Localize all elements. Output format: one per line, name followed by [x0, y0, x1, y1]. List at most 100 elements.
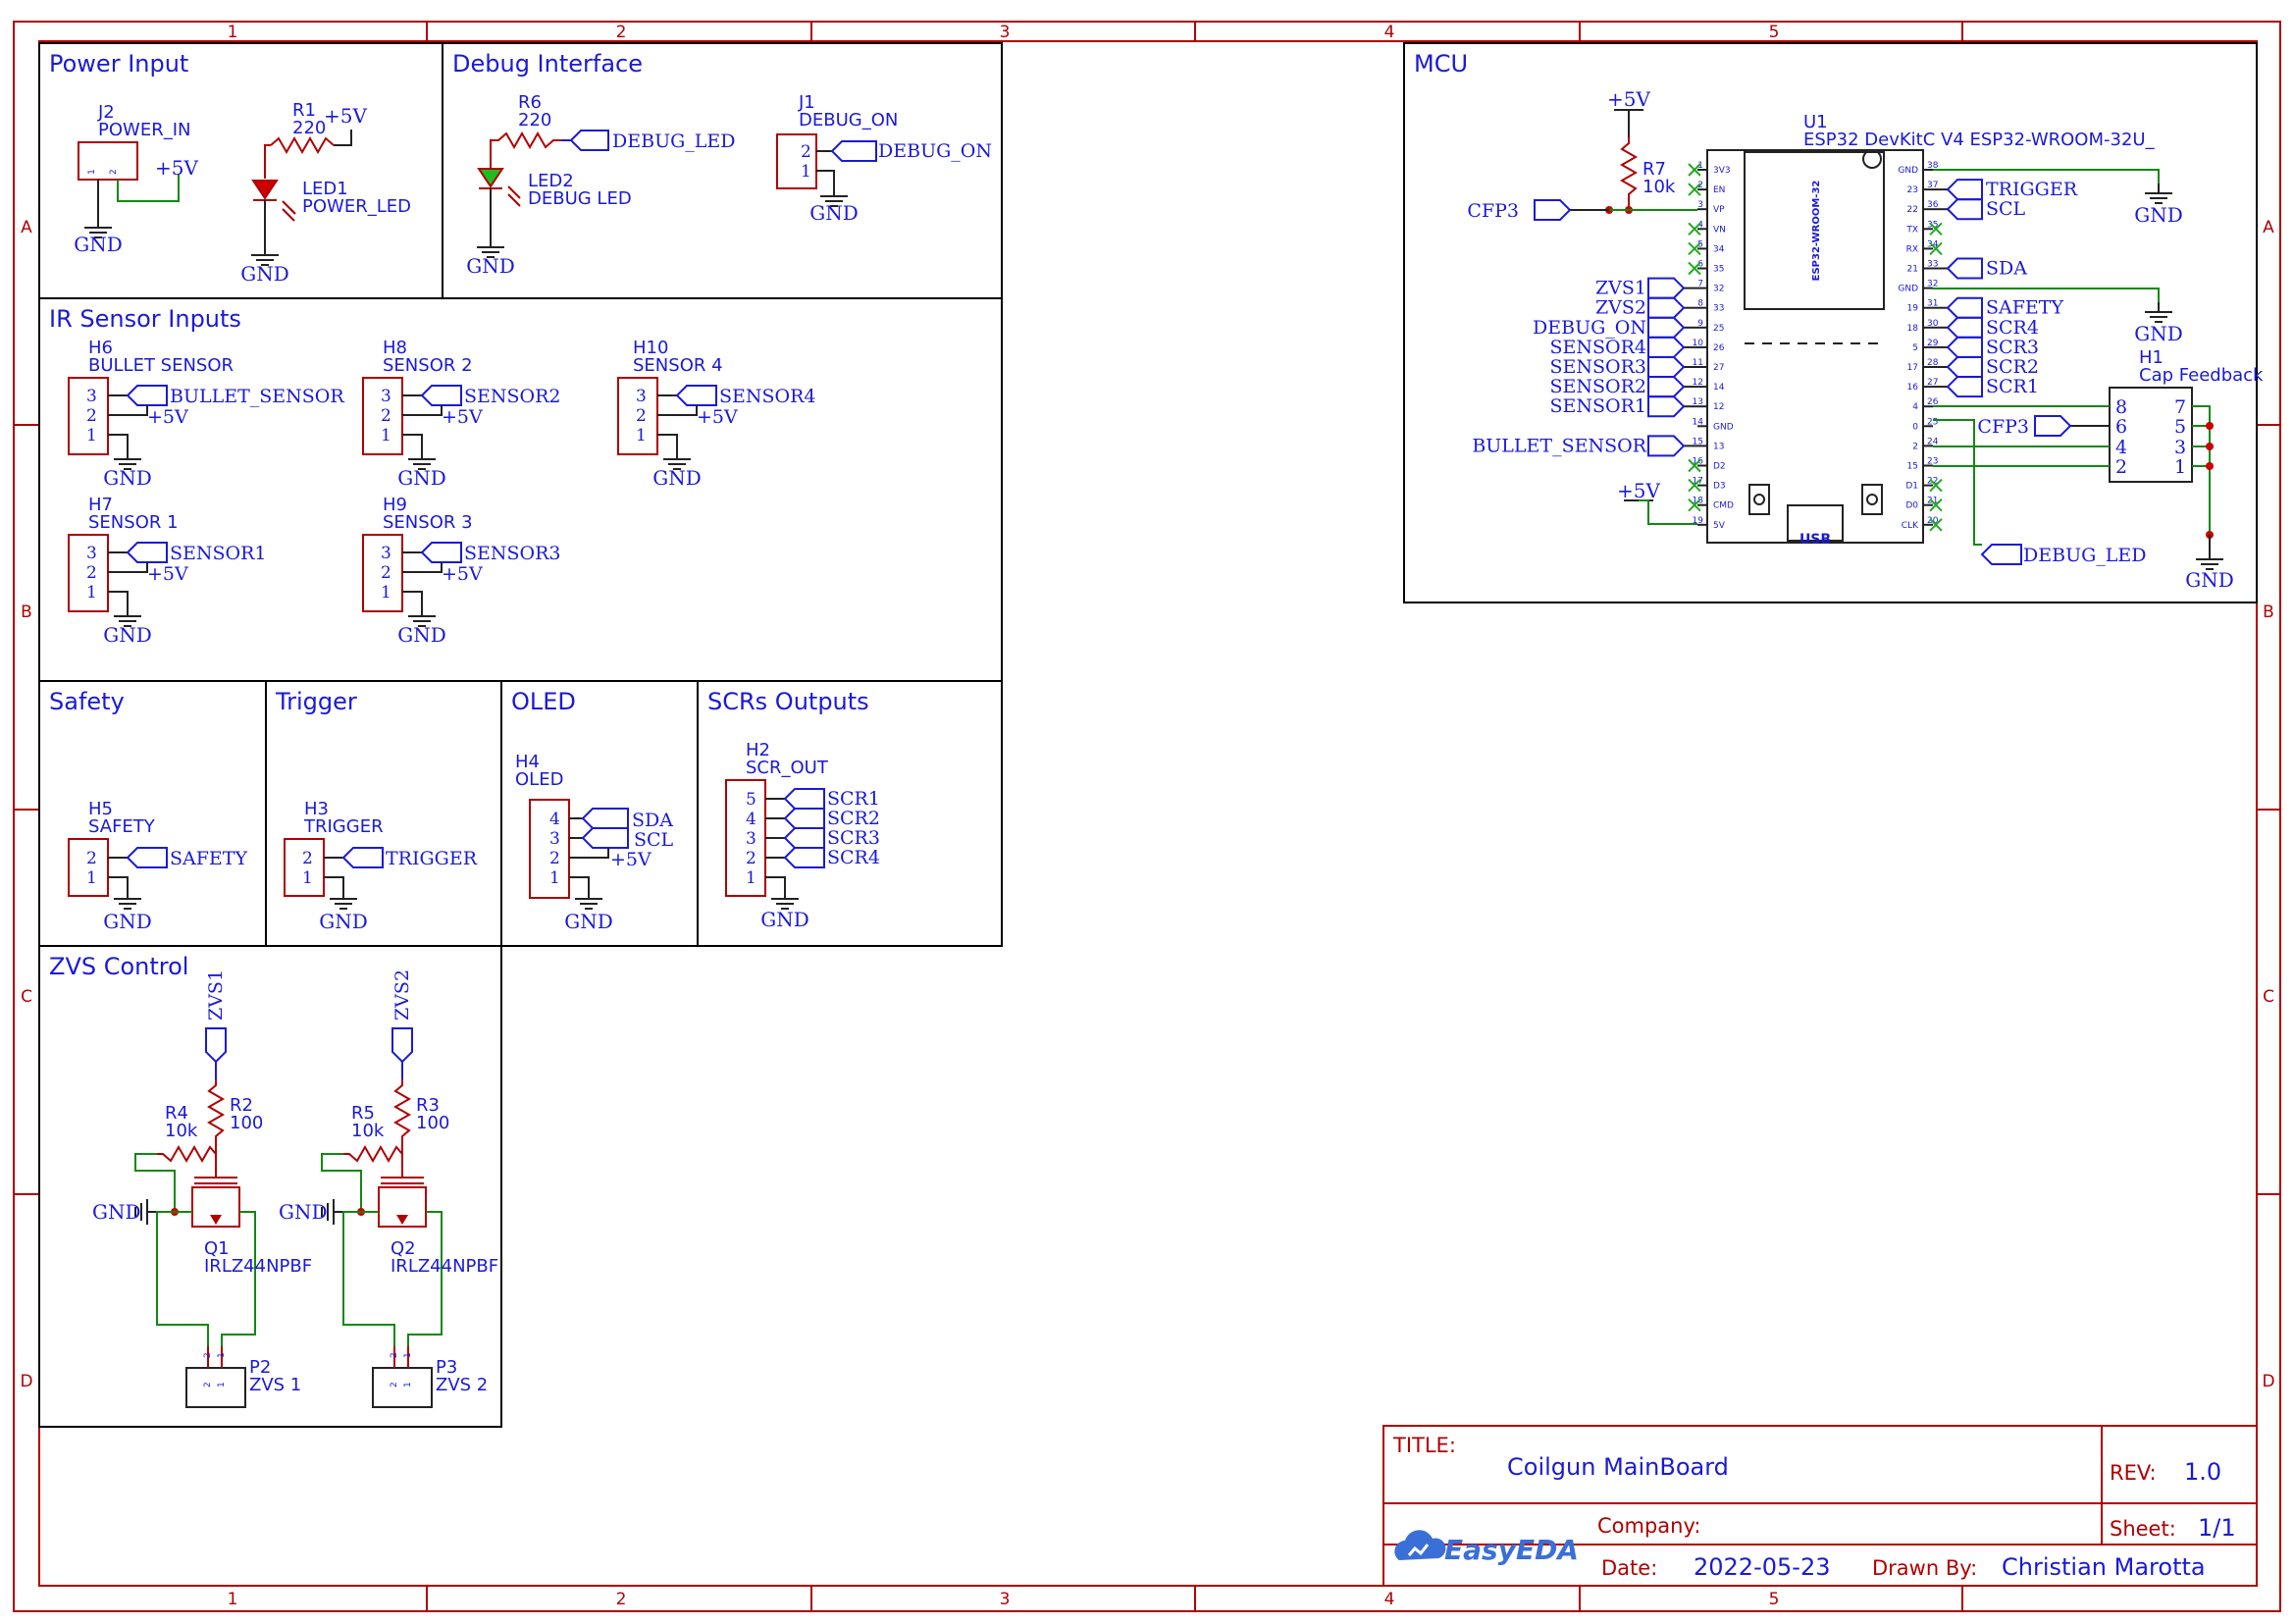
frame-row-a-right: A — [2263, 218, 2274, 237]
h1-name: Cap Feedback — [2139, 365, 2264, 386]
r7-resistor — [1619, 137, 1639, 210]
h6-gnd-label: GND — [103, 466, 152, 490]
j1-pin-1: 1 — [801, 162, 811, 182]
p3-name: ZVS 2 — [436, 1375, 488, 1395]
net-flag — [1946, 179, 1983, 201]
esp32-right-pin-name: RX — [1906, 244, 1918, 254]
h1-left-pin: 6 — [2115, 416, 2127, 438]
led1-name: POWER_LED — [302, 196, 411, 217]
frame-col-3-bottom: 3 — [1000, 1590, 1011, 1609]
h8-net-label: SENSOR2 — [464, 386, 561, 407]
p2-name: ZVS 1 — [249, 1375, 301, 1395]
j1-name: DEBUG_ON — [799, 110, 898, 131]
sensor-header-h9: H9 SENSOR 3 3 2 1 SENSOR3 +5V GND — [362, 495, 561, 647]
frame-col-1-top: 1 — [228, 23, 238, 42]
j2-vcc-label: +5V — [155, 156, 198, 180]
h8-pin-1: 1 — [381, 426, 391, 445]
j1-pin-2: 2 — [801, 142, 811, 162]
esp32-left-pin-name: 33 — [1713, 304, 1724, 314]
cloud-icon — [1394, 1530, 1446, 1560]
r6-val: 220 — [518, 110, 551, 131]
sensor-header-h8: H8 SENSOR 2 3 2 1 SENSOR2 +5V GND — [362, 338, 561, 490]
h9-vcc-label: +5V — [442, 563, 483, 585]
esp32-left-pin-name: 25 — [1713, 324, 1724, 334]
h2-pin-1: 1 — [746, 868, 756, 888]
r6-net-label: DEBUG_LED — [612, 131, 735, 152]
p2-pin-2-top: 2 — [203, 1352, 213, 1358]
debug-led-mcu-label: DEBUG_LED — [2023, 545, 2146, 566]
h9-gnd-label: GND — [397, 623, 446, 647]
h9-net-label: SENSOR3 — [464, 543, 561, 564]
esp32-left-pin-name: D2 — [1713, 462, 1726, 472]
esp32-left-pin-name: 26 — [1713, 343, 1725, 353]
frame-row-d-left: D — [20, 1372, 32, 1391]
net-flag — [1946, 296, 1983, 319]
frame-col-4-bottom: 4 — [1384, 1590, 1395, 1609]
frame-col-2-top: 2 — [616, 23, 627, 42]
easyeda-logo-text: EasyEDA — [1444, 1534, 1579, 1566]
r1-val: 220 — [292, 118, 326, 138]
h10-net-label: SENSOR4 — [719, 386, 816, 407]
zvs-channel-1: ZVS1 R2 100 R4 10k GND Q1 IRLZ44NPBF 2 1… — [92, 969, 312, 1408]
esp32-right-pin-name: GND — [1898, 166, 1918, 176]
net-flag — [1647, 336, 1686, 358]
h9-pin-2: 2 — [381, 563, 391, 583]
h4-pin-4: 4 — [549, 810, 560, 829]
esp32-right-pin-name: 18 — [1907, 324, 1919, 334]
sensor-header-h6: H6 BULLET SENSOR 3 2 1 BULLET_SENSOR +5V… — [68, 338, 344, 490]
esp32-right-net-label: SCR3 — [1986, 337, 2039, 358]
h7-vcc-label: +5V — [147, 563, 188, 585]
h4-pin-2: 2 — [549, 849, 560, 868]
r7-vcc-label: +5V — [1607, 87, 1650, 111]
esp32-module-label: ESP32-WROOM-32 — [1811, 181, 1822, 282]
j2-pin-1: 1 — [87, 169, 97, 175]
h4-pin-3: 3 — [549, 829, 560, 849]
r2-val: 100 — [230, 1113, 263, 1133]
debug-led-net-flag — [569, 130, 609, 151]
h1-left-pin: 2 — [2115, 456, 2127, 478]
section-title-ir-sensor-inputs: IR Sensor Inputs — [49, 305, 241, 333]
esp32-left-net-label: SENSOR4 — [1550, 337, 1647, 358]
h2-gnd-label: GND — [760, 908, 809, 931]
h8-vcc-label: +5V — [442, 406, 483, 428]
h2-pin-3: 3 — [746, 829, 756, 849]
net-flag — [1647, 435, 1686, 457]
frame-row-c-left: C — [21, 987, 32, 1007]
easyeda-logo: EasyEDA — [1394, 1530, 1579, 1566]
title-label: TITLE: — [1392, 1434, 1456, 1457]
section-title-power-input: Power Input — [49, 50, 188, 78]
drawn-by-value: Christian Marotta — [2002, 1553, 2206, 1581]
section-title-mcu: MCU — [1414, 50, 1468, 78]
p3-connector — [372, 1367, 433, 1408]
p3-pin-2: 2 — [390, 1382, 399, 1388]
section-title-trigger: Trigger — [275, 688, 357, 715]
h10-vcc-label: +5V — [697, 406, 738, 428]
esp32-right-pin-column: GND3823372236TX35RX342133GND321931183052… — [1898, 161, 1943, 532]
esp32-left-pin-number: 3 — [1697, 200, 1703, 210]
h9-name: SENSOR 3 — [383, 512, 473, 533]
p2-pin-1-top: 1 — [217, 1352, 227, 1358]
debug-on-net-flag — [830, 140, 877, 162]
esp32-left-net-labels: ZVS1ZVS2DEBUG_ONSENSOR4SENSOR3SENSOR2SEN… — [1472, 277, 1697, 457]
usb-label: USB — [1799, 532, 1831, 548]
section-title-zvs-control: ZVS Control — [49, 953, 188, 980]
esp32-right-pin-name: 15 — [1907, 462, 1918, 472]
h2-pin-4: 4 — [746, 810, 756, 829]
frame-col-3-top: 3 — [1000, 23, 1011, 42]
h4-gnd-label: GND — [564, 910, 613, 933]
scr-output-header: H2 SCR_OUT 5 4 3 2 1 SCR1 SCR2 SCR3 SCR4… — [725, 740, 880, 931]
zvs1-net-label: ZVS1 — [205, 969, 227, 1021]
h3-pin-2: 2 — [302, 849, 313, 868]
net-flag — [1946, 257, 1983, 280]
esp32-left-pin-number: 14 — [1693, 417, 1704, 427]
h1-left-pin: 4 — [2115, 437, 2127, 458]
esp32-right-net-label: SCR2 — [1986, 356, 2039, 378]
esp32-left-pin-name: D3 — [1713, 482, 1726, 492]
j2-pin-2: 2 — [109, 169, 119, 175]
h6-name: BULLET SENSOR — [88, 355, 234, 376]
section-title-safety: Safety — [49, 688, 125, 715]
net-flag — [1647, 376, 1686, 398]
esp32-right-net-label: TRIGGER — [1986, 179, 2078, 200]
esp32-right-pin-name: D1 — [1905, 482, 1918, 492]
esp32-left-net-label: ZVS1 — [1595, 278, 1646, 299]
